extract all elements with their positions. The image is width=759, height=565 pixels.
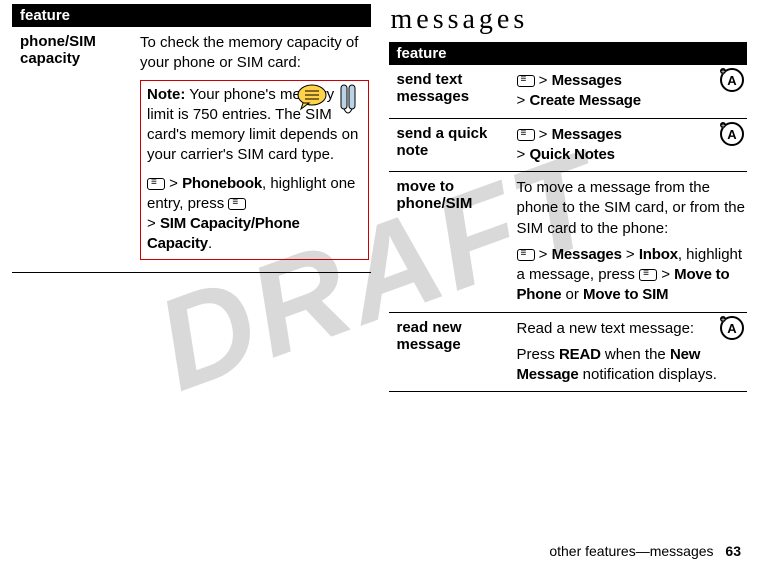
table-row: phone/SIM capacity To check the memory c…: [12, 27, 371, 272]
menu-key-icon: [517, 129, 535, 141]
feature-description: To move a message from the phone to the …: [509, 172, 748, 313]
svg-text:+: +: [721, 317, 725, 324]
operator-a-icon: A+: [719, 67, 745, 93]
feature-description: To check the memory capacity of your pho…: [132, 27, 371, 272]
right-feature-table: feature send text messages > Messages > …: [389, 42, 748, 392]
page-number: 63: [725, 543, 741, 559]
footer-text: other features—messages: [549, 543, 713, 559]
svg-text:A: A: [727, 127, 737, 142]
menu-create-message: Create Message: [529, 92, 640, 109]
menu-key-icon: [517, 249, 535, 261]
page-content: feature phone/SIM capacity To check the …: [0, 0, 759, 402]
table-row: move to phone/SIM To move a message from…: [389, 172, 748, 313]
menu-key-icon: [639, 269, 657, 281]
menu-key-icon: [147, 178, 165, 190]
table-row: read new message Read a new text message…: [389, 312, 748, 392]
table-row: send text messages > Messages > Create M…: [389, 65, 748, 118]
menu-key-icon: [517, 75, 535, 87]
menu-key-icon: [228, 198, 246, 210]
operator-a-icon: A+: [719, 121, 745, 147]
read-instructions: Press READ when the New Message notifica…: [517, 345, 746, 386]
feature-name: phone/SIM capacity: [12, 27, 132, 272]
nav-instructions: > Messages > Inbox, highlight a message,…: [517, 245, 746, 306]
left-feature-table: feature phone/SIM capacity To check the …: [12, 4, 371, 273]
menu-inbox: Inbox: [639, 246, 678, 263]
left-table-header: feature: [12, 4, 371, 27]
feature-name: move to phone/SIM: [389, 172, 509, 313]
read-key: READ: [559, 346, 601, 363]
menu-phonebook: Phonebook: [182, 175, 262, 192]
menu-messages: Messages: [552, 246, 622, 263]
page-footer: other features—messages 63: [549, 543, 741, 559]
intro-text: Read a new text message:: [517, 320, 695, 337]
svg-text:A: A: [727, 73, 737, 88]
left-column: feature phone/SIM capacity To check the …: [12, 4, 371, 392]
menu-messages: Messages: [552, 72, 622, 89]
intro-text: To check the memory capacity of your pho…: [140, 34, 358, 71]
tail-text: notification displays.: [578, 366, 716, 383]
nav-suffix: .: [208, 235, 212, 252]
or-text: or: [561, 286, 583, 303]
nav-instructions: > Phonebook, highlight one entry, press …: [147, 174, 362, 255]
operator-a-icon: A+: [719, 315, 745, 341]
section-title: messages: [391, 4, 748, 36]
svg-text:+: +: [721, 123, 725, 130]
feature-description: > Messages > Create Message A+: [509, 65, 748, 118]
feature-description: > Messages > Quick Notes A+: [509, 118, 748, 172]
menu-messages: Messages: [552, 126, 622, 143]
intro-text: To move a message from the phone to the …: [517, 179, 745, 237]
feature-name: send text messages: [389, 65, 509, 118]
right-table-header: feature: [389, 42, 748, 65]
floating-icons: [295, 83, 361, 115]
table-row: send a quick note > Messages > Quick Not…: [389, 118, 748, 172]
press-text: Press: [517, 346, 560, 363]
menu-move-sim: Move to SIM: [583, 286, 668, 303]
menu-quick-notes: Quick Notes: [529, 146, 614, 163]
message-bubble-icon: [295, 83, 329, 111]
menu-capacity: SIM Capacity/Phone Capacity: [147, 215, 300, 252]
feature-name: send a quick note: [389, 118, 509, 172]
paperclip-icon: [335, 83, 361, 115]
feature-name: read new message: [389, 312, 509, 392]
feature-description: Read a new text message: A+ Press READ w…: [509, 312, 748, 392]
svg-text:+: +: [721, 69, 725, 76]
svg-text:A: A: [727, 321, 737, 336]
right-column: messages feature send text messages > Me…: [389, 4, 748, 392]
when-text: when the: [601, 346, 670, 363]
note-label: Note:: [147, 86, 185, 103]
